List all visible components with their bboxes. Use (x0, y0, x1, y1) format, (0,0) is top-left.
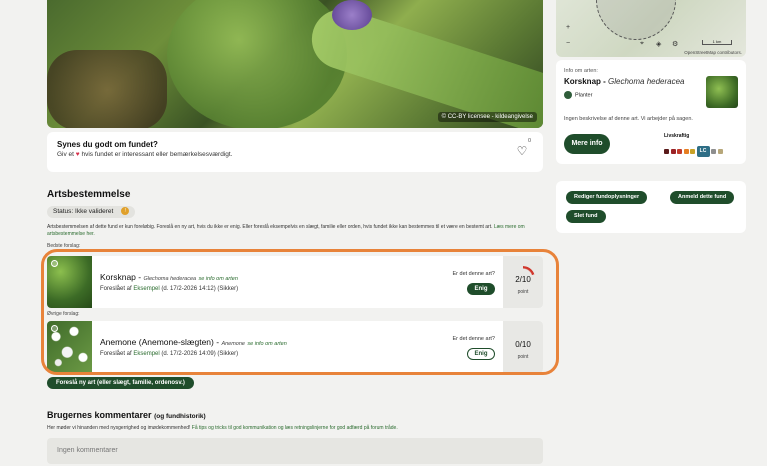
artsbestemmelse-description: Artsbestemmelsen af dette fund er kun fo… (47, 224, 547, 238)
location-uncertainty-circle (596, 0, 676, 40)
species-info-latin-name: Glechoma hederacea (608, 77, 685, 86)
redlist-scale: LC (664, 146, 723, 157)
species-info-thumbnail[interactable] (706, 76, 738, 108)
status-badge: Status: Ikke valideret ! (47, 206, 136, 218)
actions-box: Rediger fundoplysninger Anmeld dette fun… (556, 181, 746, 233)
like-description: Giv et ♥ hvis fundet er interessant elle… (57, 151, 533, 158)
plant-icon (564, 91, 572, 99)
observation-photo[interactable]: © CC-BY licensee - kildeangivelse (47, 0, 543, 128)
redlist-category-swatch (711, 149, 716, 154)
redlist-category-swatch (664, 149, 669, 154)
photo-detail (332, 0, 372, 30)
species-info-card: Info om arten: Korsknap - Glechoma heder… (556, 60, 746, 164)
settings-icon[interactable]: ⚙ (672, 40, 678, 48)
species-info-common-name: Korsknap (564, 77, 601, 86)
like-desc-post: hvis fundet er interessant eller bemærke… (81, 151, 233, 158)
photo-detail (47, 50, 167, 128)
warning-icon: ! (121, 207, 130, 216)
zoom-out-button[interactable]: − (566, 40, 570, 47)
redlist-category-swatch (690, 149, 695, 154)
artsbestemmelse-heading: Artsbestemmelse (47, 189, 131, 200)
map-scale: 1 km (702, 40, 732, 45)
photo-credit[interactable]: © CC-BY licensee - kildeangivelse (437, 112, 537, 122)
species-info-label: Info om arten: (564, 68, 598, 74)
redlist-current-category: LC (696, 146, 710, 157)
comments-box: Ingen kommentarer (47, 438, 543, 464)
status-text: Status: Ikke valideret (53, 208, 114, 215)
layers-icon[interactable]: ◈ (656, 40, 661, 48)
zoom-in-button[interactable]: + (566, 24, 570, 31)
species-group-label: Planter (575, 92, 593, 99)
like-desc-pre: Giv et (57, 151, 74, 158)
redlist-label: Livskraftig (664, 133, 690, 139)
like-heart-button[interactable]: ♡ (515, 144, 529, 158)
report-observation-button[interactable]: Anmeld dette fund (670, 191, 735, 204)
locate-icon[interactable]: ⌖ (640, 40, 644, 48)
map-attribution[interactable]: OpenStreetMap contributors. (684, 50, 742, 55)
redlist-category-swatch (670, 149, 676, 154)
species-no-description: Ingen beskrivelse af denne art. Vi arbej… (564, 116, 693, 122)
delete-observation-button[interactable]: Slet fund (566, 210, 606, 223)
guidelines-link[interactable]: Få tips og tricks til god kommunikation … (192, 425, 398, 431)
comments-heading-small: (og fundhistorik) (154, 413, 206, 420)
highlight-outline (41, 249, 559, 375)
desc-text: Artsbestemmelsen af dette fund er kun fo… (47, 224, 493, 230)
redlist-category-swatch (717, 149, 723, 154)
guide-text: Her møder vi hinanden med nysgerrighed o… (47, 425, 191, 431)
redlist-category-swatch (683, 149, 689, 154)
location-map[interactable]: + − ⌖ ◈ ⚙ 1 km OpenStreetMap contributor… (556, 0, 746, 57)
heart-icon: ♥ (75, 151, 80, 158)
comments-guidelines: Her møder vi hinanden med nysgerrighed o… (47, 425, 398, 431)
comments-heading-text: Brugernes kommentarer (47, 410, 152, 420)
like-box: Synes du godt om fundet? Giv et ♥ hvis f… (47, 132, 543, 172)
edit-observation-button[interactable]: Rediger fundoplysninger (566, 191, 648, 204)
comments-heading: Brugernes kommentarer (og fundhistorik) (47, 410, 206, 420)
redlist-category-swatch (677, 149, 682, 154)
propose-species-button[interactable]: Foreslå ny art (eller slægt, familie, or… (47, 377, 194, 389)
like-title: Synes du godt om fundet? (57, 140, 158, 149)
more-info-button[interactable]: Mere info (564, 134, 610, 154)
